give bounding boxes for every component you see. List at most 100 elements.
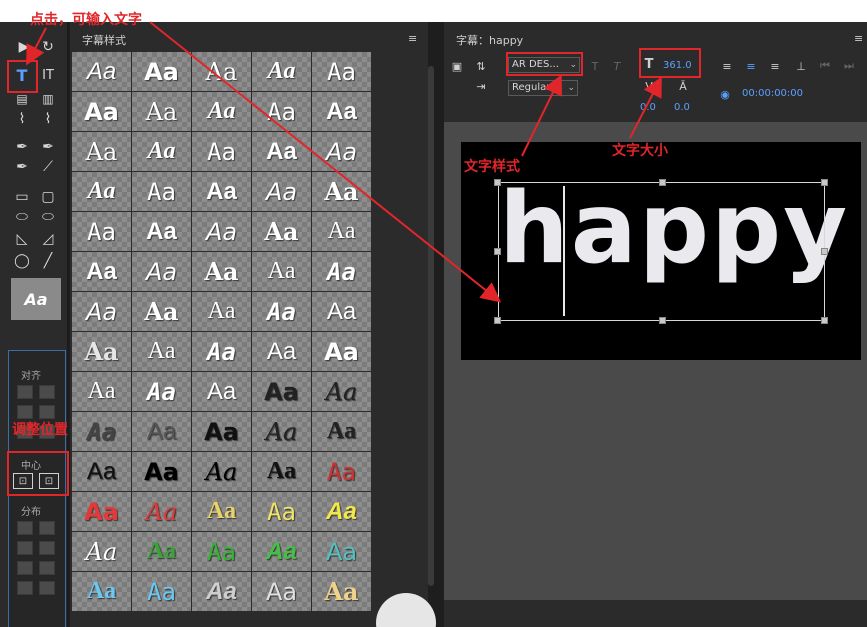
style-swatch[interactable]: Aa — [252, 452, 311, 491]
style-swatch[interactable]: Aa — [192, 452, 251, 491]
style-swatch[interactable]: Aa — [192, 212, 251, 251]
align-top-icon[interactable] — [39, 385, 55, 399]
pen-tool-icon[interactable]: ✒ — [12, 138, 32, 156]
resize-handle[interactable] — [821, 179, 828, 186]
distribute-h-space-icon[interactable] — [17, 581, 33, 595]
kerning-value[interactable]: 0.0 — [640, 102, 656, 113]
style-swatch[interactable]: Aa — [252, 292, 311, 331]
style-swatch[interactable]: Aa — [312, 292, 371, 331]
style-swatch[interactable]: Aa — [252, 332, 311, 371]
arc-tool-icon[interactable]: ◿ — [38, 230, 58, 248]
style-swatch[interactable]: Aa — [312, 132, 371, 171]
style-swatch[interactable]: Aa — [252, 92, 311, 131]
style-swatch[interactable]: Aa — [72, 132, 131, 171]
style-swatch[interactable]: Aa — [192, 292, 251, 331]
align-text-right-icon[interactable]: ≡ — [768, 60, 782, 73]
style-swatch[interactable]: Aa — [252, 252, 311, 291]
style-swatch[interactable]: Aa — [132, 332, 191, 371]
distribute-right-icon[interactable] — [17, 561, 33, 575]
tab-stops-icon[interactable]: ⇥ — [474, 80, 488, 93]
style-swatch[interactable]: Aa — [252, 132, 311, 171]
style-swatch[interactable]: Aa — [312, 252, 371, 291]
style-swatch[interactable]: Aa — [132, 492, 191, 531]
style-swatch[interactable]: Aa — [132, 52, 191, 91]
style-swatch[interactable]: Aa — [72, 212, 131, 251]
line-tool-icon[interactable]: ╱ — [38, 252, 58, 270]
style-swatch[interactable]: Aa — [312, 412, 371, 451]
style-swatch[interactable]: Aa — [72, 172, 131, 211]
style-swatch[interactable]: Aa — [192, 52, 251, 91]
wedge-tool-icon[interactable]: ◺ — [12, 230, 32, 248]
style-swatch[interactable]: Aa — [132, 172, 191, 211]
style-swatch[interactable]: Aa — [192, 572, 251, 611]
style-swatch[interactable]: Aa — [312, 532, 371, 571]
style-swatch[interactable]: Aa — [312, 172, 371, 211]
distribute-center-h-icon[interactable] — [17, 541, 33, 555]
distribute-left-icon[interactable] — [17, 521, 33, 535]
style-swatch[interactable]: Aa — [132, 92, 191, 131]
prev-frame-icon[interactable]: ⏮ — [818, 59, 832, 72]
panel-menu-icon[interactable]: ≡ — [408, 32, 417, 45]
style-swatch[interactable]: Aa — [72, 492, 131, 531]
resize-handle[interactable] — [494, 179, 501, 186]
delete-anchor-tool-icon[interactable]: ✒ — [38, 138, 58, 156]
align-text-center-icon[interactable]: ≡ — [744, 60, 758, 73]
resize-handle[interactable] — [659, 317, 666, 324]
style-swatch[interactable]: Aa — [72, 332, 131, 371]
style-swatch[interactable]: Aa — [72, 92, 131, 131]
vertical-area-type-tool-icon[interactable]: ▥ — [38, 90, 58, 108]
resize-handle[interactable] — [659, 179, 666, 186]
style-swatch[interactable]: Aa — [132, 452, 191, 491]
tab-icon[interactable]: ⊥ — [794, 60, 808, 73]
font-weight-select[interactable]: Regular ⌄ — [508, 80, 578, 96]
style-swatch[interactable]: Aa — [192, 332, 251, 371]
italic-icon[interactable]: T — [610, 60, 624, 73]
next-frame-icon[interactable]: ⏭ — [842, 59, 856, 72]
rotate-tool-icon[interactable]: ↻ — [38, 38, 58, 56]
styles-scrollbar[interactable] — [428, 66, 434, 586]
style-swatch[interactable]: Aa — [72, 252, 131, 291]
style-swatch[interactable]: Aa — [192, 92, 251, 131]
style-swatch[interactable]: Aa — [252, 212, 311, 251]
video-preview[interactable]: happy — [461, 142, 861, 360]
rectangle-tool-icon[interactable]: ▭ — [12, 188, 32, 206]
style-swatch[interactable]: Aa — [192, 532, 251, 571]
rounded-corner-tool-icon[interactable]: ⬭ — [38, 208, 58, 226]
style-swatch[interactable]: Aa — [192, 132, 251, 171]
style-swatch[interactable]: Aa — [192, 172, 251, 211]
align-center-h-icon[interactable] — [17, 405, 33, 419]
path-type-tool-icon[interactable]: ⌇ — [12, 110, 32, 128]
style-swatch[interactable]: Aa — [192, 372, 251, 411]
add-anchor-tool-icon[interactable]: ✒ — [12, 158, 32, 176]
caption-menu-icon[interactable]: ≡ — [854, 32, 863, 45]
vertical-path-type-tool-icon[interactable]: ⌇ — [38, 110, 58, 128]
style-swatch[interactable]: Aa — [192, 252, 251, 291]
style-swatch[interactable]: Aa — [252, 492, 311, 531]
style-swatch[interactable]: Aa — [132, 132, 191, 171]
distribute-bottom-icon[interactable] — [39, 561, 55, 575]
style-swatch[interactable]: Aa — [72, 292, 131, 331]
vertical-type-tool-icon[interactable]: IT — [38, 66, 58, 84]
distribute-top-icon[interactable] — [39, 521, 55, 535]
align-text-left-icon[interactable]: ≡ — [720, 60, 734, 73]
align-left-icon[interactable] — [17, 385, 33, 399]
style-swatch[interactable]: Aa — [252, 412, 311, 451]
rounded-rectangle-tool-icon[interactable]: ▢ — [38, 188, 58, 206]
style-swatch[interactable]: Aa — [132, 292, 191, 331]
resize-handle[interactable] — [494, 317, 501, 324]
new-caption-icon[interactable]: ▣ — [450, 60, 464, 73]
distribute-center-v-icon[interactable] — [39, 541, 55, 555]
style-swatch[interactable]: Aa — [312, 572, 371, 611]
show-video-icon[interactable]: ◉ — [718, 88, 732, 101]
style-swatch[interactable]: Aa — [132, 532, 191, 571]
style-swatch[interactable]: Aa — [72, 372, 131, 411]
bold-icon[interactable]: T — [588, 60, 602, 73]
style-swatch[interactable]: Aa — [312, 52, 371, 91]
clipped-rectangle-tool-icon[interactable]: ⬭ — [12, 208, 32, 226]
style-swatch[interactable]: Aa — [132, 212, 191, 251]
style-swatch[interactable]: Aa — [72, 532, 131, 571]
style-swatch[interactable]: Aa — [132, 372, 191, 411]
roll-crawl-icon[interactable]: ⇅ — [474, 60, 488, 73]
style-swatch[interactable]: Aa — [252, 532, 311, 571]
text-bounding-box[interactable] — [498, 182, 825, 321]
